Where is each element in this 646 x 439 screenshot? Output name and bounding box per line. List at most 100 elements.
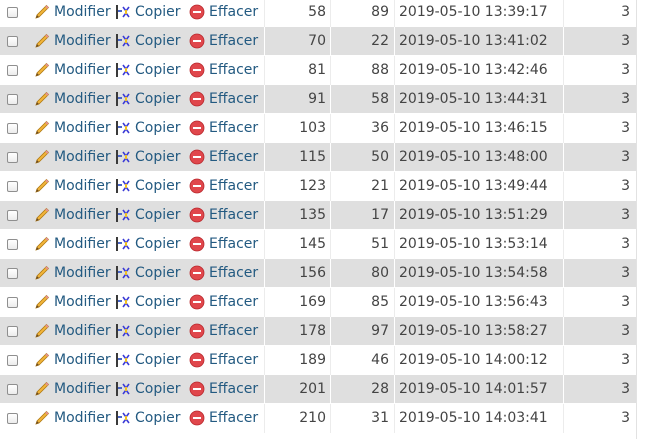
row-checkbox[interactable] bbox=[7, 297, 18, 308]
edit-link[interactable]: Modifier bbox=[34, 0, 111, 26]
edit-link[interactable]: Modifier bbox=[34, 259, 111, 287]
copy-link[interactable]: Copier bbox=[115, 317, 181, 345]
edit-link[interactable]: Modifier bbox=[34, 317, 111, 345]
cell-col-a: 91 bbox=[308, 91, 326, 107]
row-checkbox[interactable] bbox=[7, 152, 18, 163]
delete-link[interactable]: Effacer bbox=[189, 201, 258, 229]
delete-circle-icon bbox=[189, 410, 205, 426]
delete-link[interactable]: Effacer bbox=[189, 56, 258, 84]
edit-link[interactable]: Modifier bbox=[34, 230, 111, 258]
copy-insert-icon bbox=[115, 323, 131, 339]
edit-link[interactable]: Modifier bbox=[34, 85, 111, 113]
row-checkbox[interactable] bbox=[7, 65, 18, 76]
delete-link[interactable]: Effacer bbox=[189, 85, 258, 113]
cell-col-b: 17 bbox=[371, 207, 389, 223]
copy-label: Copier bbox=[135, 352, 181, 368]
cell-col-a: 123 bbox=[299, 178, 326, 194]
copy-link[interactable]: Copier bbox=[115, 27, 181, 55]
edit-label: Modifier bbox=[54, 62, 111, 78]
column-divider bbox=[563, 172, 564, 201]
table-row: Modifier Copier Effacer bbox=[0, 143, 637, 172]
copy-link[interactable]: Copier bbox=[115, 404, 181, 432]
row-checkbox[interactable] bbox=[7, 413, 18, 424]
copy-link[interactable]: Copier bbox=[115, 259, 181, 287]
edit-link[interactable]: Modifier bbox=[34, 288, 111, 316]
edit-link[interactable]: Modifier bbox=[34, 404, 111, 432]
cell-col-a: 156 bbox=[299, 265, 326, 281]
delete-circle-icon bbox=[189, 265, 205, 281]
cell-col-n: 3 bbox=[621, 410, 630, 426]
row-checkbox[interactable] bbox=[7, 123, 18, 134]
row-checkbox[interactable] bbox=[7, 355, 18, 366]
delete-link[interactable]: Effacer bbox=[189, 259, 258, 287]
delete-link[interactable]: Effacer bbox=[189, 375, 258, 403]
copy-link[interactable]: Copier bbox=[115, 143, 181, 171]
copy-link[interactable]: Copier bbox=[115, 114, 181, 142]
copy-label: Copier bbox=[135, 207, 181, 223]
cell-col-a: 70 bbox=[308, 33, 326, 49]
row-checkbox[interactable] bbox=[7, 239, 18, 250]
cell-col-n: 3 bbox=[621, 33, 630, 49]
delete-link[interactable]: Effacer bbox=[189, 143, 258, 171]
copy-link[interactable]: Copier bbox=[115, 172, 181, 200]
edit-link[interactable]: Modifier bbox=[34, 27, 111, 55]
delete-link[interactable]: Effacer bbox=[189, 172, 258, 200]
edit-link[interactable]: Modifier bbox=[34, 375, 111, 403]
edit-label: Modifier bbox=[54, 236, 111, 252]
delete-link[interactable]: Effacer bbox=[189, 288, 258, 316]
edit-link[interactable]: Modifier bbox=[34, 56, 111, 84]
pencil-icon bbox=[34, 62, 50, 78]
edit-link[interactable]: Modifier bbox=[34, 172, 111, 200]
cell-datetime: 2019-05-10 13:39:17 bbox=[399, 4, 548, 20]
cell-col-n: 3 bbox=[621, 4, 630, 20]
copy-link[interactable]: Copier bbox=[115, 0, 181, 26]
copy-label: Copier bbox=[135, 33, 181, 49]
row-checkbox[interactable] bbox=[7, 384, 18, 395]
delete-link[interactable]: Effacer bbox=[189, 114, 258, 142]
copy-label: Copier bbox=[135, 62, 181, 78]
row-checkbox[interactable] bbox=[7, 36, 18, 47]
pencil-icon bbox=[34, 33, 50, 49]
table-row: Modifier Copier Effacer bbox=[0, 85, 637, 114]
copy-link[interactable]: Copier bbox=[115, 375, 181, 403]
copy-link[interactable]: Copier bbox=[115, 346, 181, 374]
row-checkbox[interactable] bbox=[7, 268, 18, 279]
column-divider bbox=[563, 27, 564, 56]
cell-col-a: 201 bbox=[299, 381, 326, 397]
column-divider bbox=[563, 0, 564, 27]
cell-col-n: 3 bbox=[621, 352, 630, 368]
cell-col-b: 46 bbox=[371, 352, 389, 368]
delete-link[interactable]: Effacer bbox=[189, 27, 258, 55]
edit-label: Modifier bbox=[54, 120, 111, 136]
row-checkbox[interactable] bbox=[7, 181, 18, 192]
cell-col-n: 3 bbox=[621, 265, 630, 281]
row-checkbox[interactable] bbox=[7, 326, 18, 337]
edit-link[interactable]: Modifier bbox=[34, 201, 111, 229]
copy-link[interactable]: Copier bbox=[115, 201, 181, 229]
edit-link[interactable]: Modifier bbox=[34, 346, 111, 374]
cell-col-a: 169 bbox=[299, 294, 326, 310]
edit-link[interactable]: Modifier bbox=[34, 143, 111, 171]
delete-link[interactable]: Effacer bbox=[189, 346, 258, 374]
delete-label: Effacer bbox=[209, 120, 259, 136]
copy-insert-icon bbox=[115, 62, 131, 78]
row-checkbox[interactable] bbox=[7, 210, 18, 221]
delete-link[interactable]: Effacer bbox=[189, 317, 258, 345]
column-divider bbox=[394, 317, 395, 346]
row-checkbox[interactable] bbox=[7, 7, 18, 18]
row-checkbox[interactable] bbox=[7, 94, 18, 105]
delete-link[interactable]: Effacer bbox=[189, 0, 258, 26]
copy-link[interactable]: Copier bbox=[115, 288, 181, 316]
delete-link[interactable]: Effacer bbox=[189, 404, 258, 432]
table-row: Modifier Copier Effacer bbox=[0, 317, 637, 346]
copy-insert-icon bbox=[115, 149, 131, 165]
copy-link[interactable]: Copier bbox=[115, 230, 181, 258]
column-divider bbox=[394, 56, 395, 85]
copy-link[interactable]: Copier bbox=[115, 56, 181, 84]
delete-link[interactable]: Effacer bbox=[189, 230, 258, 258]
cell-datetime: 2019-05-10 13:58:27 bbox=[399, 323, 548, 339]
column-divider bbox=[394, 346, 395, 375]
copy-link[interactable]: Copier bbox=[115, 85, 181, 113]
edit-link[interactable]: Modifier bbox=[34, 114, 111, 142]
copy-label: Copier bbox=[135, 120, 181, 136]
